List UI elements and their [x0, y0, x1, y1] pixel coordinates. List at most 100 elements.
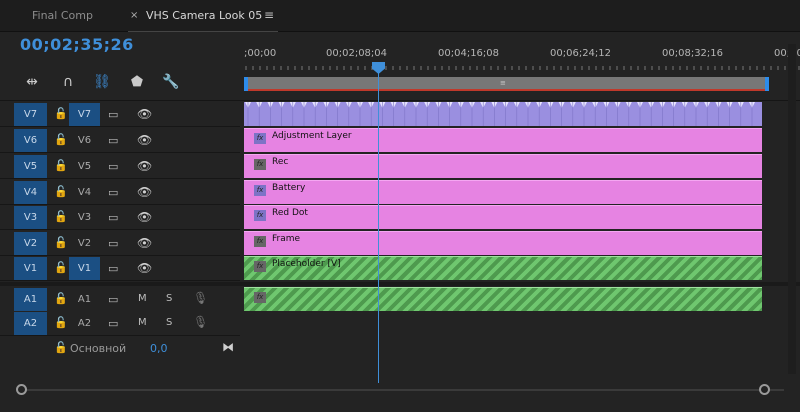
sync-lock-icon[interactable]: ▭ [108, 134, 118, 147]
ruler-label: 00;08;32;16 [662, 48, 724, 59]
source-patch-toggle[interactable]: V6 [69, 129, 100, 152]
visibility-eye-icon[interactable]: 👁 [137, 236, 152, 250]
vertical-scrollbar[interactable] [788, 44, 796, 374]
visibility-eye-icon[interactable]: 👁 [137, 261, 152, 275]
sync-lock-icon[interactable]: ▭ [108, 211, 118, 224]
sync-lock-icon[interactable]: ▭ [108, 293, 118, 306]
source-patch-toggle[interactable]: V5 [69, 155, 100, 178]
lock-icon[interactable]: 🔓 [54, 341, 68, 354]
work-area-bar[interactable]: ≡ [244, 77, 768, 91]
visibility-eye-icon[interactable]: 👁 [137, 185, 152, 199]
source-patch-toggle[interactable]: A2 [69, 312, 100, 335]
clip-v7[interactable] [244, 102, 762, 126]
sync-lock-icon[interactable]: ▭ [108, 317, 118, 330]
playhead-timecode[interactable]: 00;02;35;26 [20, 35, 134, 54]
track-target-toggle[interactable]: V3 [14, 206, 47, 229]
clip-red-dot[interactable]: fx Red Dot [244, 205, 762, 229]
source-patch-toggle[interactable]: V2 [69, 232, 100, 255]
sync-lock-icon[interactable]: ▭ [108, 186, 118, 199]
master-volume-value[interactable]: 0,0 [150, 342, 168, 355]
source-patch-toggle[interactable]: V3 [69, 206, 100, 229]
mute-button[interactable]: M [138, 317, 147, 328]
work-area-end-handle[interactable] [765, 77, 769, 91]
lock-icon[interactable]: 🔓 [54, 133, 68, 146]
lock-icon[interactable]: 🔓 [54, 159, 68, 172]
clip-battery[interactable]: fx Battery [244, 180, 762, 204]
sync-lock-icon[interactable]: ▭ [108, 262, 118, 275]
track-header-v2: V2 🔓 V2 ▭ 👁 [0, 231, 240, 256]
go-to-end-icon[interactable]: ⧓ [222, 340, 234, 354]
clip-label: Frame [272, 234, 301, 244]
track-header-a1: A1 🔓 A1 ▭ M S 🎙 [0, 287, 240, 312]
visibility-eye-icon[interactable]: 👁 [137, 159, 152, 173]
clip-label: Red Dot [272, 208, 308, 218]
track-target-toggle[interactable]: V6 [14, 129, 47, 152]
settings-wrench-icon[interactable]: 🔧 [161, 72, 181, 92]
track-header-v1: V1 🔓 V1 ▭ 👁 [0, 256, 240, 281]
visibility-eye-icon[interactable]: 👁 [137, 133, 152, 147]
sync-lock-icon[interactable]: ▭ [108, 237, 118, 250]
zoom-start-handle[interactable] [16, 384, 27, 395]
linked-selection-icon[interactable]: ⛓ [92, 72, 112, 92]
track-target-toggle[interactable]: V7 [14, 103, 47, 126]
source-patch-toggle[interactable]: V1 [69, 257, 100, 280]
track-header-v6: V6 🔓 V6 ▭ 👁 [0, 128, 240, 153]
track-target-toggle[interactable]: V5 [14, 155, 47, 178]
source-patch-toggle[interactable]: V7 [69, 103, 100, 126]
voiceover-record-icon[interactable]: 🎙 [193, 315, 208, 329]
lock-icon[interactable]: 🔓 [54, 316, 68, 329]
clip-adjustment-layer[interactable]: fx Adjustment Layer [244, 128, 762, 152]
panel-menu-icon[interactable]: ≡ [264, 8, 274, 22]
clip-label: Battery [272, 183, 306, 193]
solo-button[interactable]: S [166, 317, 172, 328]
track-header-v5: V5 🔓 V5 ▭ 👁 [0, 154, 240, 179]
master-track-row: 🔓 Основной 0,0 ⧓ [0, 336, 240, 361]
clip-frame[interactable]: fx Frame [244, 231, 762, 255]
sync-lock-icon[interactable]: ▭ [108, 108, 118, 121]
fx-badge-icon: fx [254, 159, 266, 170]
video-audio-divider[interactable] [0, 282, 800, 286]
tab-vhs-camera-look[interactable]: VHS Camera Look 05 [146, 0, 262, 32]
lock-icon[interactable]: 🔓 [54, 185, 68, 198]
sync-lock-icon[interactable]: ▭ [108, 160, 118, 173]
track-header-v4: V4 🔓 V4 ▭ 👁 [0, 180, 240, 205]
lock-icon[interactable]: 🔓 [54, 236, 68, 249]
solo-button[interactable]: S [166, 293, 172, 304]
clip-label: Adjustment Layer [272, 131, 352, 141]
horizontal-zoom-scrollbar[interactable] [16, 384, 788, 396]
master-label: Основной [70, 342, 127, 355]
tab-final-comp[interactable]: Final Comp [32, 0, 93, 32]
zoom-end-handle[interactable] [759, 384, 770, 395]
add-marker-icon[interactable]: ⬟ [127, 72, 147, 92]
track-header-a2: A2 🔓 A2 ▭ M S 🎙 [0, 311, 240, 336]
time-ruler[interactable]: ;00;00 00;02;08;04 00;04;16;08 00;06;24;… [244, 44, 800, 76]
snap-icon[interactable]: ∩ [58, 72, 78, 92]
work-area-start-handle[interactable] [244, 77, 248, 91]
lock-icon[interactable]: 🔓 [54, 292, 68, 305]
close-tab-icon[interactable]: × [130, 10, 138, 21]
track-target-toggle[interactable]: A2 [14, 312, 47, 335]
visibility-eye-icon[interactable]: 👁 [137, 107, 152, 121]
source-patch-toggle[interactable]: V4 [69, 181, 100, 204]
fx-badge-icon: fx [254, 261, 266, 272]
clip-placeholder-video[interactable]: fx Placeholder [V] [244, 256, 762, 280]
clip-rec[interactable]: fx Rec [244, 154, 762, 178]
lock-icon[interactable]: 🔓 [54, 107, 68, 120]
track-target-toggle[interactable]: V2 [14, 232, 47, 255]
clip-placeholder-audio[interactable]: fx [244, 287, 762, 311]
active-tab-underline [128, 31, 278, 32]
mute-button[interactable]: M [138, 293, 147, 304]
track-target-toggle[interactable]: V4 [14, 181, 47, 204]
fx-badge-icon: fx [254, 292, 266, 303]
track-target-toggle[interactable]: A1 [14, 288, 47, 311]
insert-overwrite-icon[interactable]: ⇹ [22, 72, 42, 92]
playhead-line[interactable] [378, 68, 379, 383]
lock-icon[interactable]: 🔓 [54, 210, 68, 223]
lock-icon[interactable]: 🔓 [54, 261, 68, 274]
voiceover-record-icon[interactable]: 🎙 [193, 291, 208, 305]
source-patch-toggle[interactable]: A1 [69, 288, 100, 311]
fx-badge-icon: fx [254, 133, 266, 144]
visibility-eye-icon[interactable]: 👁 [137, 210, 152, 224]
track-target-toggle[interactable]: V1 [14, 257, 47, 280]
keyframe-markers [245, 102, 755, 126]
